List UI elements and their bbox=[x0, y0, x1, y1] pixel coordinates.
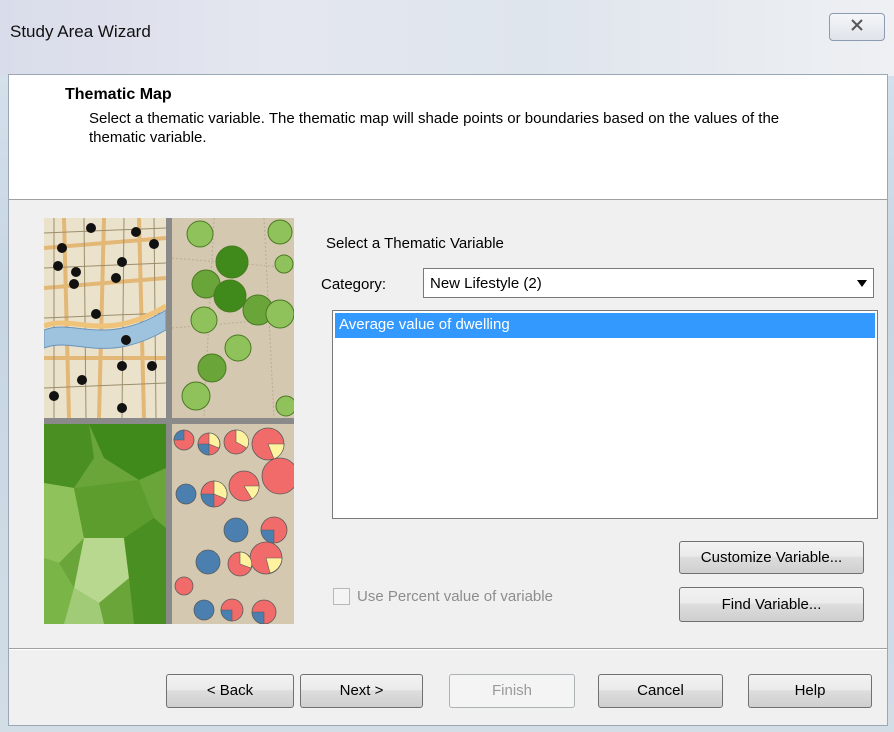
wizard-client: Thematic Map Select a thematic variable.… bbox=[8, 74, 888, 726]
footer-divider-highlight bbox=[9, 649, 887, 650]
find-variable-label: Find Variable... bbox=[721, 596, 822, 613]
close-icon bbox=[850, 18, 864, 37]
back-button[interactable]: < Back bbox=[166, 674, 294, 708]
page-description: Select a thematic variable. The thematic… bbox=[89, 110, 780, 146]
close-button[interactable] bbox=[829, 13, 885, 41]
thematic-variable-heading: Select a Thematic Variable bbox=[326, 235, 504, 252]
variable-list[interactable]: Average value of dwelling bbox=[332, 310, 878, 519]
header-panel: Thematic Map Select a thematic variable.… bbox=[9, 75, 887, 200]
cancel-button[interactable]: Cancel bbox=[598, 674, 723, 708]
next-label: Next > bbox=[339, 682, 384, 699]
category-dropdown[interactable]: New Lifestyle (2) bbox=[423, 268, 874, 298]
cancel-label: Cancel bbox=[637, 682, 684, 699]
list-item[interactable]: Average value of dwelling bbox=[335, 313, 875, 338]
page-title: Thematic Map bbox=[65, 86, 172, 103]
wizard-window: Study Area Wizard Thematic Map Select a … bbox=[0, 0, 894, 732]
title-bar[interactable]: Study Area Wizard bbox=[0, 0, 894, 76]
thematic-map-illustration bbox=[44, 218, 294, 624]
finish-label: Finish bbox=[491, 682, 532, 699]
shaded-boundaries-tile bbox=[44, 424, 166, 624]
help-label: Help bbox=[794, 682, 826, 699]
use-percent-label: Use Percent value of variable bbox=[357, 588, 553, 605]
category-label: Category: bbox=[321, 276, 387, 293]
street-map-tile bbox=[44, 218, 168, 419]
customize-variable-button[interactable]: Customize Variable... bbox=[679, 541, 864, 574]
next-button[interactable]: Next > bbox=[300, 674, 423, 708]
chevron-down-icon[interactable] bbox=[857, 280, 867, 287]
category-selected-value: New Lifestyle (2) bbox=[430, 275, 542, 292]
use-percent-option: Use Percent value of variable bbox=[333, 588, 553, 605]
back-label: < Back bbox=[206, 682, 254, 699]
finish-button[interactable]: Finish bbox=[449, 674, 575, 708]
customize-variable-label: Customize Variable... bbox=[700, 549, 843, 566]
green-circles-tile bbox=[171, 218, 294, 419]
pie-symbols-tile bbox=[172, 424, 294, 624]
window-title: Study Area Wizard bbox=[10, 22, 151, 41]
use-percent-checkbox[interactable] bbox=[333, 588, 350, 605]
find-variable-button[interactable]: Find Variable... bbox=[679, 587, 864, 622]
help-button[interactable]: Help bbox=[748, 674, 872, 708]
